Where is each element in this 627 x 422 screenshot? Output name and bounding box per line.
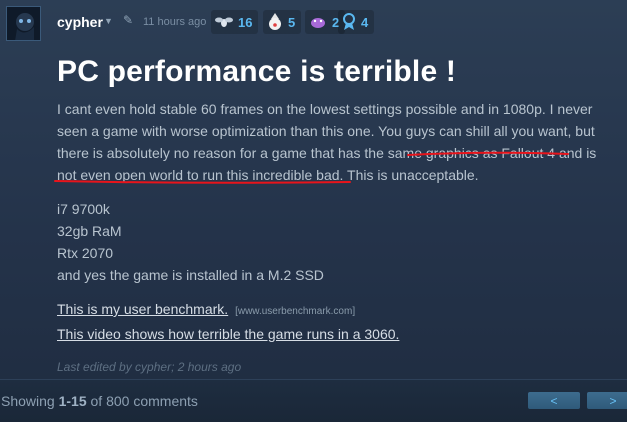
spec-line: i7 9700k	[57, 201, 110, 217]
system-specs: i7 9700k 32gb RaM Rtx 2070 and yes the g…	[57, 198, 617, 286]
prev-page-button[interactable]: <	[528, 392, 580, 409]
post-header: cypher ▼ ✎ 11 hours ago 16 5 2 4	[0, 0, 627, 46]
next-page-button[interactable]: >	[587, 392, 627, 409]
post-title: PC performance is terrible !	[57, 55, 457, 88]
spec-line: Rtx 2070	[57, 245, 114, 261]
award-fly[interactable]: 16	[211, 10, 259, 34]
fly-icon	[215, 17, 233, 27]
author-name[interactable]: cypher	[57, 14, 103, 30]
clown-icon	[269, 13, 281, 30]
avatar[interactable]	[6, 6, 41, 41]
award-ribbon[interactable]: 4	[338, 10, 375, 34]
award-count: 4	[361, 14, 369, 30]
award-count: 16	[238, 14, 253, 30]
comment-range: 1-15	[58, 393, 87, 409]
chevron-right-icon: >	[609, 393, 617, 408]
award-clown[interactable]: 5	[263, 10, 302, 34]
spec-line: and yes the game is installed in a M.2 S…	[57, 267, 324, 283]
comment-count: Showing 1-15 of 800 comments	[1, 393, 198, 409]
spec-line: 32gb RaM	[57, 223, 122, 239]
post-links: This is my user benchmark. [www.userbenc…	[57, 298, 617, 345]
benchmark-link[interactable]: This is my user benchmark.	[57, 301, 228, 317]
post-timestamp: 11 hours ago	[143, 16, 207, 28]
chevron-left-icon: <	[550, 393, 558, 408]
ribbon-icon	[343, 13, 355, 30]
quill-icon: ✎	[123, 13, 134, 27]
chevron-down-icon[interactable]: ▼	[104, 16, 113, 26]
video-link[interactable]: This video shows how terrible the game r…	[57, 326, 399, 342]
link-host: [www.userbenchmark.com]	[235, 306, 356, 317]
award-count: 5	[288, 14, 296, 30]
purple-crab-icon	[311, 18, 325, 28]
showing-prefix: Showing	[1, 393, 59, 409]
edited-note: Last edited by cypher; 2 hours ago	[57, 360, 242, 374]
post-paragraph: I cant even hold stable 60 frames on the…	[57, 101, 597, 183]
showing-suffix: of 800 comments	[86, 393, 198, 409]
